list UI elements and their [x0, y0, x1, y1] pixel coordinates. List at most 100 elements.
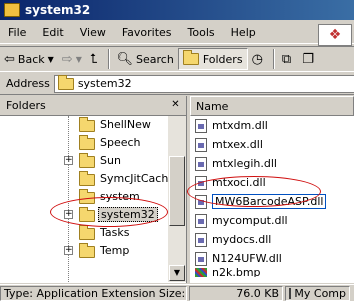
folders-icon — [182, 50, 199, 65]
copy-to-button[interactable]: ❐ — [298, 48, 321, 70]
file-row[interactable]: N124UFW.dll — [190, 249, 354, 268]
dll-file-icon — [195, 251, 207, 266]
tree-item-system[interactable]: system — [0, 188, 168, 206]
title-bar: system32 — [0, 0, 354, 20]
expand-icon[interactable]: + — [64, 246, 73, 255]
folders-pane-header: Folders ✕ — [0, 96, 186, 116]
forward-arrow-icon: ⇨ — [61, 51, 73, 67]
file-name: mtxlegih.dll — [212, 157, 277, 170]
folder-icon — [79, 243, 95, 258]
history-button[interactable]: ◷ — [248, 48, 270, 70]
folders-scrollbar[interactable]: ▼ — [168, 116, 186, 282]
tree-item-temp[interactable]: + Temp — [0, 242, 168, 260]
menu-edit[interactable]: Edit — [34, 26, 71, 39]
copy-to-icon: ❐ — [302, 51, 314, 67]
status-location: My Comp — [285, 285, 350, 301]
folder-icon — [79, 153, 95, 168]
windows-logo-icon: ❖ — [318, 24, 352, 46]
folders-pane: Folders ✕ ShellNew Speech + Sun SymcJitC… — [0, 96, 187, 283]
file-name: mydocs.dll — [212, 233, 272, 246]
tree-item-sun[interactable]: + Sun — [0, 152, 168, 170]
file-row[interactable]: n2k.bmp — [190, 268, 354, 277]
folders-pane-title: Folders — [6, 99, 46, 112]
dll-file-icon — [195, 194, 207, 209]
file-list-pane: Name mtxdm.dll mtxex.dll mtxlegih.dll mt… — [190, 96, 354, 283]
back-dropdown-icon[interactable]: ▼ — [48, 55, 54, 64]
back-button[interactable]: ⇦ Back ▼ — [0, 48, 58, 70]
toolbar: ⇦ Back ▼ ⇨ ▼ ⮤ 🔍︎ Search Folders ◷ ⧉ ❐ — [0, 46, 354, 72]
tree-item-label: ShellNew — [100, 118, 151, 131]
tree-item-label: Tasks — [100, 226, 130, 239]
folder-icon — [57, 74, 74, 90]
file-name: mtxex.dll — [212, 138, 263, 151]
menu-help[interactable]: Help — [223, 26, 264, 39]
tree-item-shellnew[interactable]: ShellNew — [0, 116, 168, 134]
dll-file-icon — [195, 232, 207, 247]
status-bar: Type: Application Extension Size: 76.0 K… — [0, 284, 354, 301]
file-row[interactable]: mtxex.dll — [190, 135, 354, 154]
dll-file-icon — [195, 175, 207, 190]
file-row-mw6barcodeasp[interactable]: MW6BarcodeASP.dll — [190, 192, 354, 211]
file-row[interactable]: mtxlegih.dll — [190, 154, 354, 173]
tree-item-label: SymcJitCache — [100, 172, 168, 185]
expand-icon[interactable]: + — [64, 156, 73, 165]
menu-tools[interactable]: Tools — [180, 26, 223, 39]
tree-item-label: Speech — [100, 136, 141, 149]
status-type-text: Type: Application Extension Size: 76.0 K… — [0, 285, 187, 301]
move-to-button[interactable]: ⧉ — [278, 48, 298, 70]
status-size: 76.0 KB — [189, 285, 283, 301]
bitmap-file-icon — [195, 268, 207, 277]
expand-icon[interactable]: + — [64, 210, 73, 219]
folders-button[interactable]: Folders — [177, 48, 248, 70]
column-header-name[interactable]: Name — [190, 96, 354, 116]
folder-icon — [79, 171, 95, 186]
forward-button[interactable]: ⇨ ▼ — [58, 48, 86, 70]
menu-favorites[interactable]: Favorites — [114, 26, 180, 39]
forward-dropdown-icon[interactable]: ▼ — [76, 55, 82, 64]
menu-file[interactable]: File — [0, 26, 34, 39]
back-label: Back — [17, 52, 45, 66]
tree-item-label: system — [100, 190, 140, 203]
tree-item-speech[interactable]: Speech — [0, 134, 168, 152]
address-value: system32 — [77, 77, 132, 90]
file-row[interactable]: mycomput.dll — [190, 211, 354, 230]
dll-file-icon — [195, 213, 207, 228]
menu-view[interactable]: View — [72, 26, 114, 39]
dll-file-icon — [195, 156, 207, 171]
file-name: MW6BarcodeASP.dll — [212, 194, 327, 209]
file-row[interactable]: mtxoci.dll — [190, 173, 354, 192]
toolbar-separator-2 — [272, 49, 275, 69]
back-arrow-icon: ⇦ — [4, 51, 15, 67]
folder-tree: ShellNew Speech + Sun SymcJitCache syste… — [0, 116, 168, 282]
file-name: mtxdm.dll — [212, 119, 268, 132]
file-row[interactable]: mtxdm.dll — [190, 116, 354, 135]
file-name: N124UFW.dll — [212, 252, 282, 265]
address-label: Address — [6, 77, 50, 90]
search-button[interactable]: 🔍︎ Search — [113, 48, 178, 70]
close-icon[interactable]: ✕ — [169, 99, 182, 112]
search-icon: 🔍︎ — [116, 51, 134, 67]
tree-item-label: Temp — [100, 244, 130, 257]
open-folder-icon — [79, 207, 95, 222]
file-name: mycomput.dll — [212, 214, 288, 227]
address-input[interactable]: system32 — [53, 74, 354, 93]
tree-item-system32[interactable]: + system32 — [0, 206, 168, 224]
history-icon: ◷ — [251, 51, 263, 67]
folder-icon — [79, 189, 95, 204]
folder-app-icon — [4, 3, 20, 17]
move-to-icon: ⧉ — [281, 51, 292, 67]
file-row[interactable]: mydocs.dll — [190, 230, 354, 249]
scrollbar-thumb[interactable] — [169, 156, 185, 226]
tree-item-symcjitcache[interactable]: SymcJitCache — [0, 170, 168, 188]
up-folder-button[interactable]: ⮤ — [86, 48, 105, 70]
dll-file-icon — [195, 137, 207, 152]
up-folder-icon: ⮤ — [89, 51, 98, 67]
file-name: mtxoci.dll — [212, 176, 266, 189]
scroll-down-icon[interactable]: ▼ — [169, 265, 185, 281]
status-location-text: My Comp — [294, 286, 346, 300]
tree-item-label: Sun — [100, 154, 121, 167]
file-name: n2k.bmp — [212, 268, 261, 277]
tree-item-tasks[interactable]: Tasks — [0, 224, 168, 242]
tree-item-label: system32 — [98, 207, 158, 222]
my-computer-icon — [289, 287, 292, 299]
